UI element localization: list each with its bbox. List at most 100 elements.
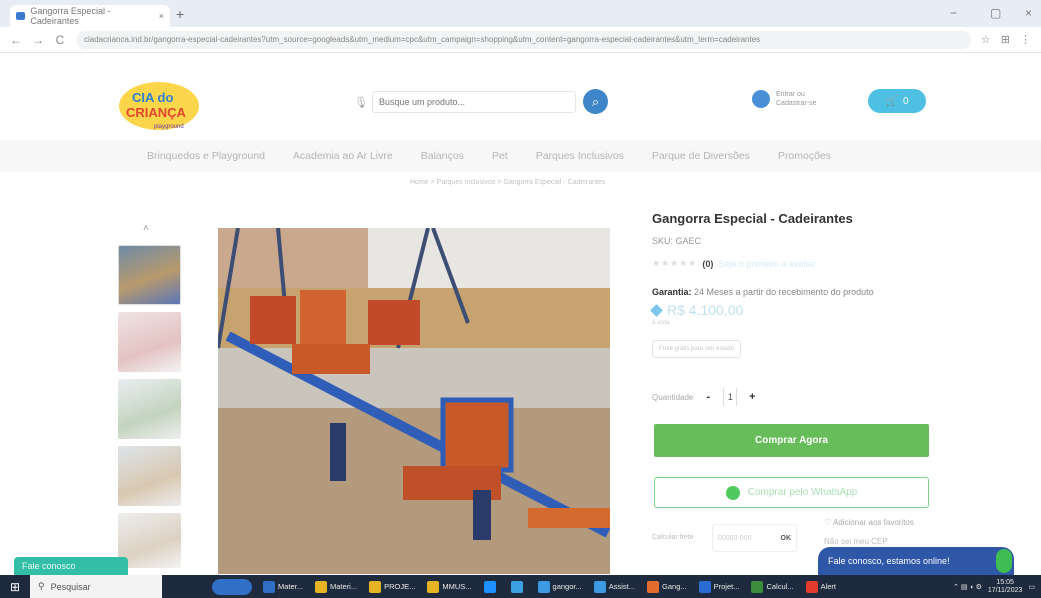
menu-dots-icon[interactable]: ⋮ [1020, 33, 1031, 46]
close-tab-icon[interactable]: × [159, 11, 164, 21]
favorites-label: Adicionar aos favoritos [832, 518, 914, 527]
chat-right-widget[interactable]: Fale conosco, estamos online! [818, 547, 1014, 575]
search-icon: ⌕ [591, 93, 600, 109]
chat-right-label: Fale conosco, estamos online! [828, 556, 950, 566]
chat-bubble-icon [996, 549, 1012, 573]
nav-item-parques-inclusivos[interactable]: Parques Inclusivos [536, 150, 624, 162]
taskbar-app-0[interactable]: Mater... [260, 575, 306, 598]
taskbar-app-icon [427, 580, 440, 593]
product-rating: ★★★★★ (0) Seja o primeiro a avaliar [652, 258, 815, 269]
first-review-link[interactable]: Seja o primeiro a avaliar [718, 259, 815, 269]
whatsapp-buy-button[interactable]: Comprar pelo WhatsApp [654, 477, 929, 508]
favicon-icon [16, 12, 26, 20]
taskbar-clock[interactable]: 15:05 17/11/2023 [988, 579, 1023, 595]
url-field[interactable]: ciadacrianca.ind.br/gangorra-especial-ca… [76, 30, 971, 49]
quantity-stepper: Quantidade - 1 + [652, 388, 757, 406]
tray-icons[interactable]: ⌃ ▤ ◖ ⚙ [953, 583, 982, 591]
thumbnail-2[interactable] [118, 312, 181, 372]
breadcrumb[interactable]: Home > Parques Inclusivos > Gangorra Esp… [410, 179, 605, 186]
taskbar-app-9[interactable]: Projet... [696, 575, 743, 598]
nav-item-brinquedos[interactable]: Brinquedos e Playground [147, 150, 265, 162]
quantity-minus-button[interactable]: - [703, 391, 713, 403]
cart-icon: 🛒 [885, 95, 898, 107]
taskbar-app-3[interactable]: MMUS... [424, 575, 474, 598]
search-icon: ⚲ [38, 581, 45, 591]
extensions-icon[interactable]: ⊞ [1001, 33, 1010, 46]
browser-tab[interactable]: Gangorra Especial - Cadeirantes × [10, 5, 170, 27]
windows-start-icon[interactable]: ⊞ [0, 580, 30, 594]
notifications-icon[interactable]: ▭ [1028, 583, 1035, 591]
taskbar-app-8[interactable]: Gang... [644, 575, 690, 598]
cart-button[interactable]: 🛒 0 [868, 89, 926, 113]
taskbar-app-5[interactable] [508, 575, 529, 598]
thumbnail-list [118, 245, 181, 575]
taskbar-app-6[interactable]: gangor... [535, 575, 585, 598]
unknown-cep-link[interactable]: Não sei meu CEP [824, 537, 888, 546]
review-count: (0) [702, 258, 714, 269]
whatsapp-label: Comprar pelo WhatsApp [747, 487, 858, 498]
taskbar-app-icon [805, 580, 818, 593]
chat-left-label: Fale conosco [22, 561, 76, 571]
taskbar-app-11[interactable]: Alert [803, 575, 839, 598]
shipping-tag: Frete grátis para seu estado [652, 340, 742, 358]
microphone-icon[interactable]: 🎙 [350, 96, 372, 109]
nav-item-academia[interactable]: Academia ao Ar Livre [293, 150, 393, 162]
buy-now-button[interactable]: Comprar Agora [654, 424, 929, 457]
taskbar-app-label: Projet... [713, 582, 740, 591]
taskbar-app-icon [647, 580, 660, 593]
taskbar-app-7[interactable]: Assist... [591, 575, 638, 598]
taskbar-app-icon [315, 580, 328, 593]
cep-placeholder: 00000-000 [718, 534, 752, 542]
product-title: Gangorra Especial - Cadeirantes [652, 211, 853, 226]
search-button[interactable]: ⌕ [583, 89, 608, 114]
bookmark-star-icon[interactable]: ☆ [981, 33, 991, 46]
thumbnail-4[interactable] [118, 446, 181, 506]
taskbar-app-10[interactable]: Calcul... [748, 575, 796, 598]
nav-item-parque-diversoes[interactable]: Parque de Diversões [652, 150, 750, 162]
window-close-icon[interactable]: × [1025, 6, 1032, 20]
taskbar-app-label: Mater... [278, 582, 304, 591]
taskbar-app-icon [751, 580, 764, 593]
shipping-calculator: Calcular frete 00000-000 OK [652, 524, 797, 552]
thumbnail-1[interactable] [118, 245, 181, 305]
product-price: R$ 4.100,00 [650, 302, 743, 318]
new-tab-button[interactable]: + [176, 6, 184, 22]
forward-icon[interactable]: → [32, 33, 44, 47]
chat-left-widget[interactable]: Fale conosco [14, 557, 128, 575]
rating-stars-icon: ★★★★★ [652, 258, 698, 268]
thumbnail-3[interactable] [118, 379, 181, 439]
quantity-plus-button[interactable]: + [747, 391, 757, 403]
taskbar-app-1[interactable]: Materi... [312, 575, 360, 598]
cia-da-crianca-logo[interactable]: CIA do CRIANÇA playground [118, 80, 200, 132]
cep-ok-button[interactable]: OK [781, 535, 792, 542]
taskbar-app-icon [263, 580, 275, 593]
user-icon [752, 90, 770, 108]
taskbar-app-4[interactable] [481, 575, 502, 598]
nav-item-balancos[interactable]: Balanços [421, 150, 464, 162]
taskbar-app-label: Assist... [608, 582, 636, 591]
cep-input[interactable]: 00000-000 OK [712, 524, 797, 552]
account-link[interactable]: Entrar ou Cadastrar-se [752, 90, 816, 108]
warranty-label: Garantia: [652, 287, 692, 297]
taskbar-app-icon [698, 580, 711, 593]
price-diamond-icon [650, 303, 663, 317]
reload-icon[interactable]: C [54, 33, 66, 47]
quantity-value[interactable]: 1 [723, 388, 738, 406]
add-favorites-link[interactable]: ♡ Adicionar aos favoritos [824, 518, 914, 527]
cortana-icon[interactable] [212, 578, 252, 595]
restore-icon[interactable]: ▢ [990, 6, 1001, 20]
nav-item-promocoes[interactable]: Promoções [778, 150, 831, 162]
product-main-image[interactable] [218, 228, 610, 574]
whatsapp-icon [725, 485, 740, 500]
svg-text:CRIANÇA: CRIANÇA [126, 105, 187, 120]
back-icon[interactable]: ← [10, 33, 22, 47]
taskbar-app-label: gangor... [552, 582, 582, 591]
taskbar-search[interactable]: ⚲ Pesquisar [30, 575, 162, 598]
search-input[interactable] [372, 91, 576, 113]
minimize-icon[interactable]: − [950, 6, 957, 20]
taskbar-app-2[interactable]: PROJE... [366, 575, 418, 598]
category-nav: Brinquedos e Playground Academia ao Ar L… [0, 140, 1041, 172]
nav-item-pet[interactable]: Pet [492, 150, 508, 162]
thumbnails-up-arrow-icon[interactable]: ˄ [143, 223, 149, 234]
taskbar-app-icon [537, 580, 550, 593]
